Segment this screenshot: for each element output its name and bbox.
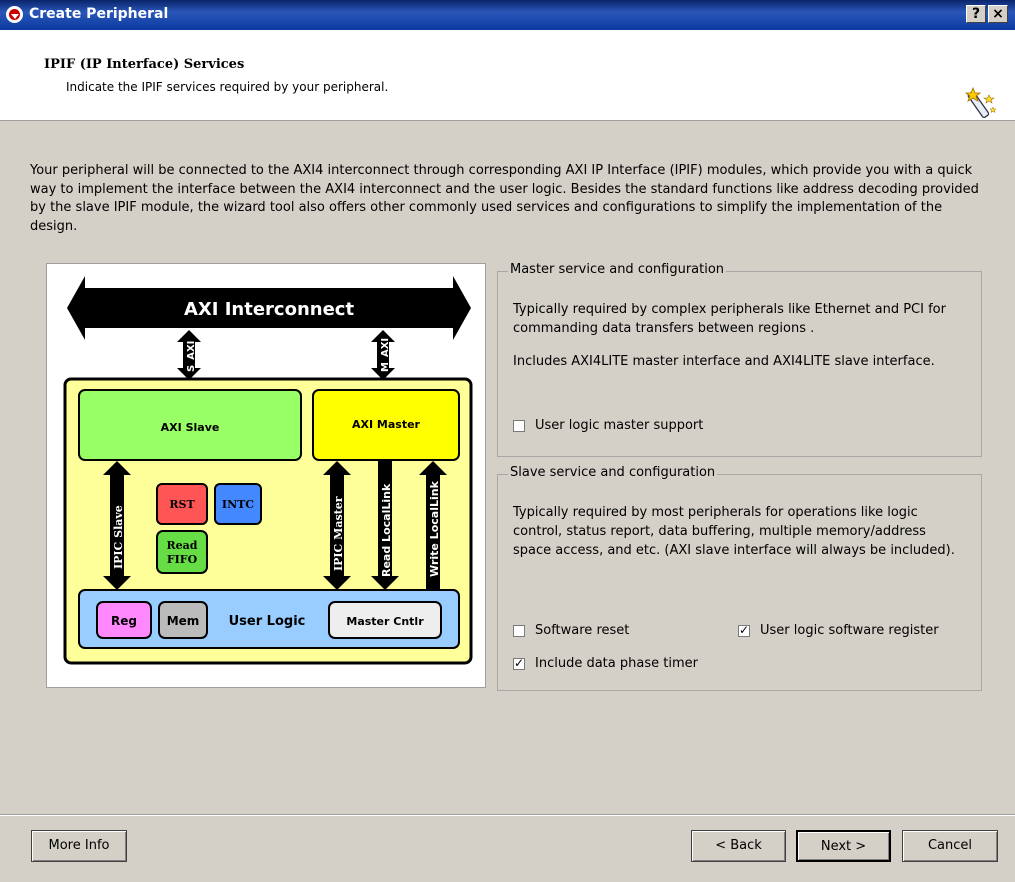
title-bar: Create Peripheral ? × <box>0 0 1015 30</box>
page-subtitle: Indicate the IPIF services required by y… <box>66 80 389 94</box>
close-button[interactable]: × <box>988 5 1008 23</box>
master-support-label[interactable]: User logic master support <box>535 418 703 433</box>
cancel-button[interactable]: Cancel <box>902 830 998 862</box>
rst-label: RST <box>169 498 195 511</box>
master-service-includes: Includes AXI4LITE master interface and A… <box>513 354 935 369</box>
master-support-box[interactable] <box>513 420 525 432</box>
intc-label: INTC <box>222 498 254 511</box>
reg-label: Reg <box>111 614 137 628</box>
next-button[interactable]: Next > <box>796 830 891 862</box>
help-button[interactable]: ? <box>966 5 986 23</box>
axi-master-label: AXI Master <box>352 418 421 431</box>
ipif-diagram: AXI Interconnect S_AXI M_AXI AXI Slave A… <box>46 263 486 688</box>
software-register-label[interactable]: User logic software register <box>760 623 939 638</box>
software-register-box[interactable] <box>738 623 750 637</box>
fifo-label: FIFO <box>167 553 198 566</box>
wizard-header: IPIF (IP Interface) Services Indicate th… <box>0 30 1015 121</box>
read-label: Read <box>167 539 198 552</box>
software-reset-box[interactable] <box>513 625 525 637</box>
back-button[interactable]: < Back <box>691 830 786 862</box>
slave-service-description: Typically required by most peripherals f… <box>513 505 955 558</box>
more-info-button[interactable]: More Info <box>31 830 127 862</box>
write-locallink-label: Write LocalLink <box>428 480 441 577</box>
app-icon <box>6 6 23 23</box>
axi-interconnect-label: AXI Interconnect <box>184 299 355 320</box>
read-locallink-label: Read LocalLink <box>380 483 393 577</box>
master-cntlr-label: Master Cntlr <box>346 615 424 628</box>
page-title: IPIF (IP Interface) Services <box>44 57 245 72</box>
slave-service-legend: Slave service and configuration <box>508 465 718 480</box>
diagram-svg: AXI Interconnect S_AXI M_AXI AXI Slave A… <box>63 276 473 665</box>
data-phase-timer-box[interactable] <box>513 656 525 670</box>
ipic-slave-label: IPIC Slave <box>112 505 125 569</box>
data-phase-timer-label[interactable]: Include data phase timer <box>535 656 698 671</box>
m-axi-label: M_AXI <box>380 338 391 372</box>
footer-separator <box>0 814 1015 816</box>
software-reset-label[interactable]: Software reset <box>535 623 629 638</box>
intro-text: Your peripheral will be connected to the… <box>30 163 979 234</box>
user-logic-label: User Logic <box>229 614 306 629</box>
master-service-description: Typically required by complex peripheral… <box>513 302 946 336</box>
master-service-legend: Master service and configuration <box>508 262 727 277</box>
wizard-wand-icon <box>964 86 997 119</box>
window-title: Create Peripheral <box>29 6 169 22</box>
slave-service-group: Slave service and configuration Typicall… <box>497 465 982 691</box>
axi-slave-label: AXI Slave <box>161 421 220 434</box>
master-service-group: Master service and configuration Typical… <box>497 262 982 457</box>
s-axi-label: S_AXI <box>186 341 197 372</box>
mem-label: Mem <box>167 614 200 628</box>
read-fifo-block <box>156 530 208 574</box>
ipic-master-label: IPIC Master <box>332 496 345 571</box>
